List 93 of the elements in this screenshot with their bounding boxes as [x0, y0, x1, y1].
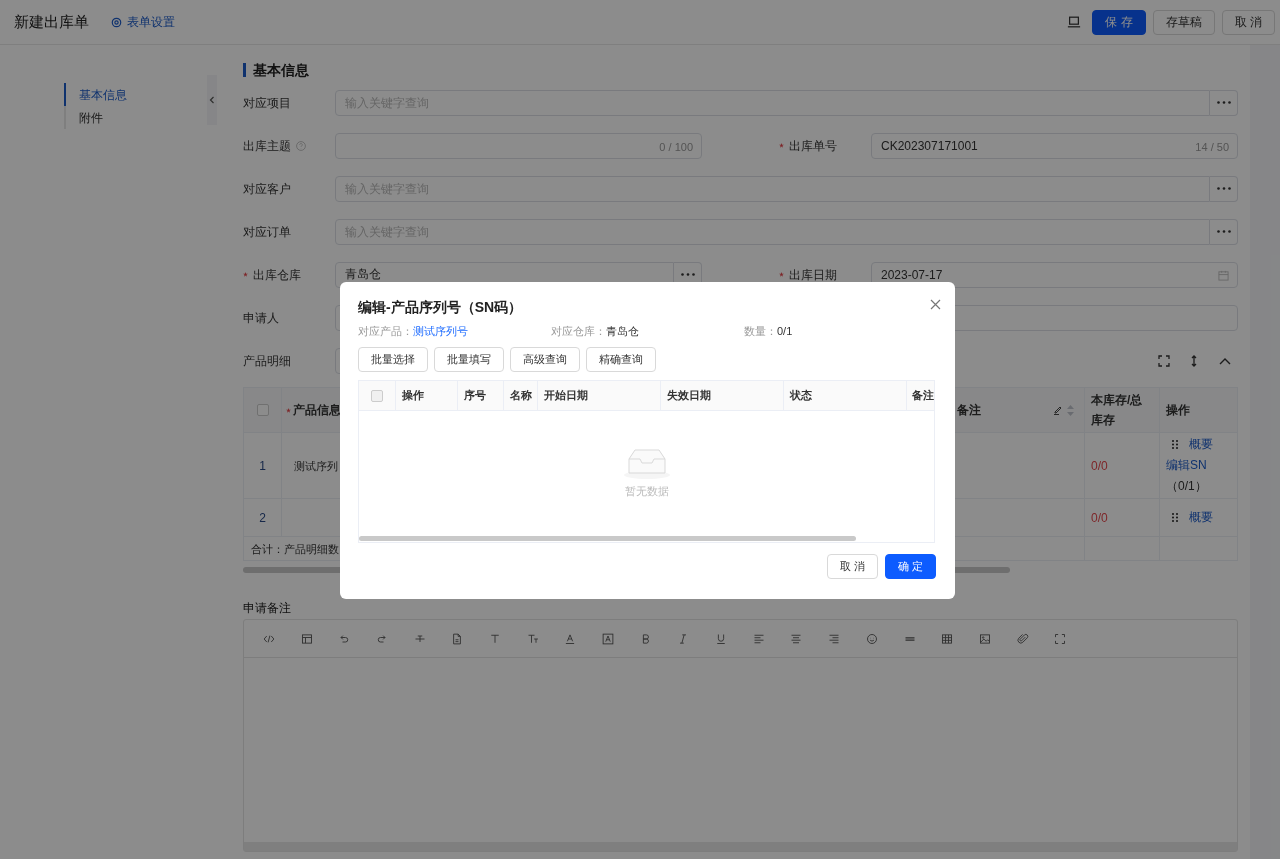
field-label: 产品明细	[243, 352, 292, 370]
column-header: 序号	[464, 388, 486, 404]
form-settings-link[interactable]: 表单设置	[111, 13, 175, 31]
column-header: 开始日期	[544, 388, 588, 404]
field-label: 申请备注	[243, 600, 292, 616]
required-icon	[779, 143, 784, 148]
column-header: 备注	[912, 388, 934, 404]
required-icon	[286, 407, 291, 413]
required-icon	[243, 272, 248, 277]
header-button[interactable]: 存草稿	[1152, 9, 1215, 35]
settings-icon	[111, 16, 122, 28]
required-icon	[779, 272, 784, 277]
section-marker	[243, 63, 246, 77]
toolbar-button[interactable]: 批量选择	[358, 347, 428, 372]
table-cell: 测试序列	[294, 459, 338, 472]
emoji-icon[interactable]	[865, 632, 878, 645]
chevron-left-icon	[208, 96, 216, 104]
field-label: 出库单号	[779, 136, 871, 155]
scrollbar[interactable]	[359, 536, 856, 541]
undo-icon[interactable]	[338, 632, 351, 645]
stock-value: 0/0	[1091, 458, 1108, 473]
checkbox[interactable]	[256, 404, 269, 416]
font-size-icon[interactable]	[526, 632, 539, 645]
align-left-icon[interactable]	[752, 632, 765, 645]
image-icon[interactable]	[978, 632, 991, 645]
ellipsis-icon	[680, 273, 695, 276]
section-title: 基本信息	[253, 60, 309, 80]
redo-icon[interactable]	[375, 632, 388, 645]
row-number: 1	[259, 458, 266, 473]
toolbar-button[interactable]: 精确查询	[586, 347, 656, 372]
font-color-icon[interactable]	[564, 632, 577, 645]
expand-vertical-icon[interactable]	[1189, 354, 1199, 367]
page-title: 新建出库单	[14, 11, 89, 32]
summary-link[interactable]: 概要	[1189, 434, 1213, 455]
field-label: 对应订单	[243, 223, 292, 241]
ellipsis-icon	[1216, 230, 1231, 233]
summary-text: 合计：产品明细数	[251, 542, 339, 555]
ellipsis-icon	[1216, 101, 1231, 104]
column-header: 操作	[1159, 387, 1238, 433]
row-number: 2	[259, 510, 266, 525]
header-button[interactable]: 保 存	[1092, 9, 1146, 35]
field-label: 出库主题	[243, 136, 335, 155]
column-header: 名称	[510, 388, 532, 404]
highlight-icon[interactable]	[602, 632, 615, 645]
calendar-icon	[1218, 269, 1229, 281]
align-center-icon[interactable]	[790, 632, 803, 645]
empty-inbox-icon	[622, 447, 671, 479]
checkbox[interactable]	[371, 389, 383, 402]
table-icon[interactable]	[941, 632, 954, 645]
template-icon[interactable]	[300, 632, 313, 645]
edit-sn-link[interactable]: 编辑SN	[1166, 455, 1207, 476]
drag-handle-icon[interactable]	[1172, 513, 1178, 522]
drag-handle-icon[interactable]	[1172, 440, 1178, 449]
info-value: 0/1	[777, 323, 793, 339]
edit-icon[interactable]	[1053, 405, 1063, 415]
column-header: 状态	[790, 388, 812, 404]
date-field[interactable]: 2023-07-17	[871, 261, 1238, 288]
empty-text: 暂无数据	[624, 484, 669, 499]
info-label: 数量：	[744, 323, 777, 339]
close-icon[interactable]	[930, 298, 941, 310]
dialog-button[interactable]: 确 定	[884, 554, 936, 579]
chevron-up-icon[interactable]	[1219, 356, 1231, 365]
field-label: 出库日期	[779, 265, 871, 284]
toolbar-button[interactable]: 批量填写	[434, 347, 504, 372]
info-label: 对应产品：	[358, 323, 413, 339]
product-link[interactable]: 测试序列号	[413, 322, 468, 340]
sn-count: （0/1）	[1166, 478, 1207, 495]
align-right-icon[interactable]	[828, 632, 841, 645]
header-button[interactable]: 取 消	[1221, 9, 1275, 35]
heading-icon[interactable]	[488, 632, 501, 645]
attachment-icon[interactable]	[1016, 632, 1029, 645]
underline-icon[interactable]	[715, 632, 728, 645]
fullscreen-icon[interactable]	[1054, 632, 1067, 645]
dialog-button[interactable]: 取 消	[826, 554, 878, 579]
column-header: 失效日期	[667, 388, 711, 404]
info-value: 青岛仓	[606, 323, 639, 339]
toolbar-button[interactable]: 高级查询	[510, 347, 580, 372]
collapse-handle[interactable]	[207, 75, 217, 125]
fullscreen-icon[interactable]	[1158, 354, 1170, 367]
document-icon[interactable]	[451, 632, 464, 645]
column-header: 操作	[402, 388, 424, 404]
ellipsis-icon	[1216, 187, 1231, 190]
dialog-title: 编辑-产品序列号（SN码）	[358, 297, 523, 317]
strikethrough-icon[interactable]	[413, 632, 426, 645]
stock-value: 0/0	[1091, 510, 1108, 525]
info-label: 对应仓库：	[551, 323, 606, 339]
field-label: 对应项目	[243, 94, 292, 112]
summary-link[interactable]: 概要	[1189, 507, 1213, 528]
field-label: 出库仓库	[243, 265, 335, 284]
laptop-icon[interactable]	[1067, 15, 1082, 29]
column-header: 本库存/总库存	[1084, 387, 1160, 433]
field-label: 对应客户	[243, 180, 292, 198]
field-label: 申请人	[243, 309, 280, 327]
